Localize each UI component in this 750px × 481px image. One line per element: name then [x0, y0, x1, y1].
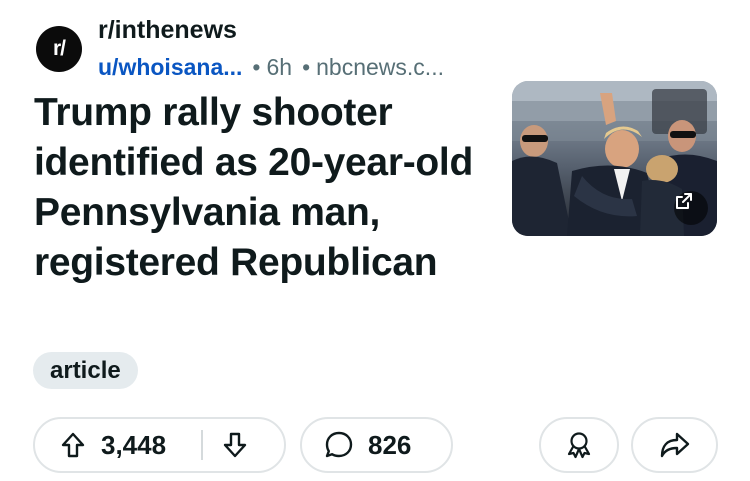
- vote-count: 3,448: [101, 429, 167, 460]
- share-button[interactable]: [631, 417, 718, 473]
- comment-count: 826: [368, 429, 412, 460]
- post-card[interactable]: r/ r/inthenews u/whoisana... • 6h • nbcnews.…: [0, 0, 750, 481]
- post-meta: u/whoisana... • 6h • nbcnews.c...: [98, 54, 444, 81]
- vote-bar: 3,448: [33, 417, 286, 473]
- post-header: r/ r/inthenews u/whoisana... • 6h • nbcnews.…: [36, 10, 556, 80]
- meta-separator: •: [302, 54, 311, 80]
- share-arrow-icon: [660, 432, 689, 458]
- downvote-button[interactable]: [213, 419, 257, 471]
- post-age: 6h: [266, 54, 293, 80]
- meta-separator: •: [252, 54, 261, 80]
- subreddit-avatar[interactable]: r/: [36, 26, 82, 72]
- post-flair[interactable]: article: [33, 352, 138, 389]
- upvote-button[interactable]: [51, 419, 95, 471]
- vote-divider: [201, 430, 203, 460]
- author-link[interactable]: u/whoisana...: [98, 54, 242, 80]
- subreddit-name[interactable]: r/inthenews: [98, 16, 237, 45]
- award-button[interactable]: [539, 417, 619, 473]
- speech-bubble-icon: [325, 431, 353, 458]
- post-domain[interactable]: nbcnews.c...: [316, 54, 444, 80]
- subreddit-avatar-text: r/: [52, 37, 66, 60]
- post-thumbnail[interactable]: [512, 81, 717, 236]
- external-link-icon[interactable]: [674, 191, 708, 225]
- arrow-down-icon: [223, 432, 247, 458]
- post-title[interactable]: Trump rally shooter identified as 20-yea…: [34, 88, 504, 288]
- comments-button[interactable]: 826: [300, 417, 453, 473]
- award-ribbon-icon: [567, 432, 591, 459]
- arrow-up-icon: [61, 432, 85, 458]
